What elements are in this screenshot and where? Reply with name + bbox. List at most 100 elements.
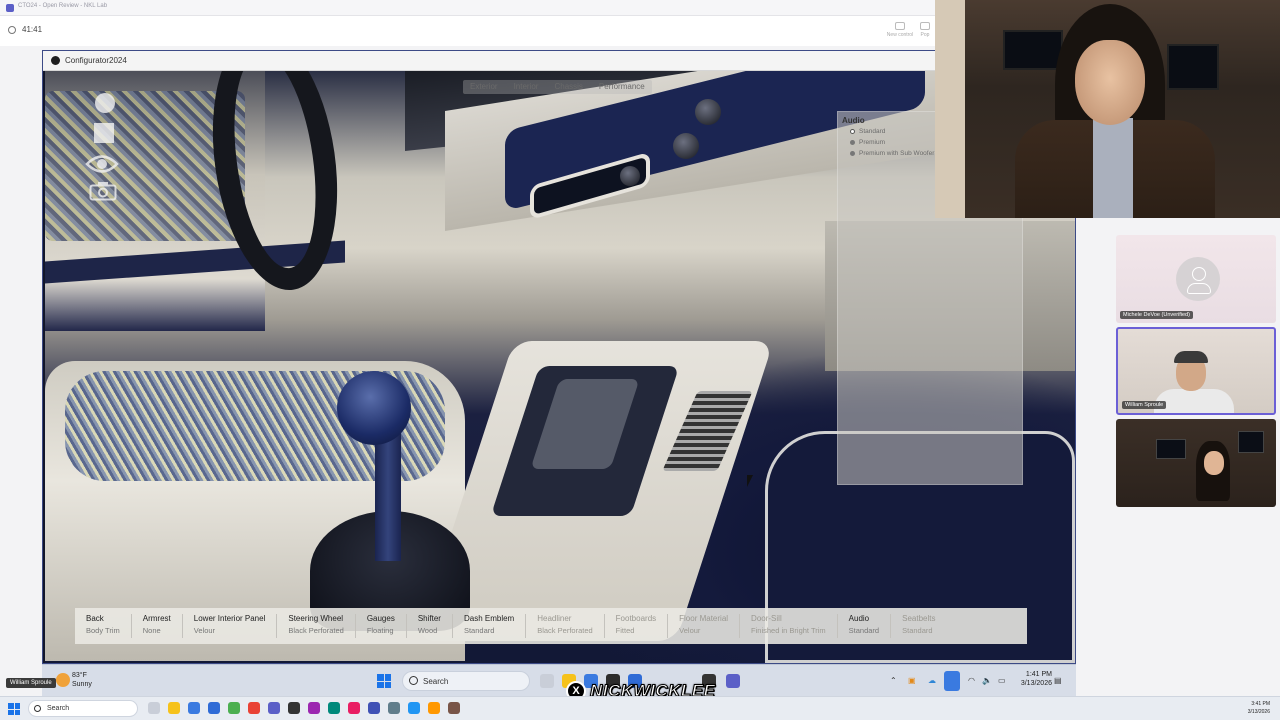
- tab-exterior[interactable]: Exterior: [463, 80, 505, 94]
- eye-icon[interactable]: [85, 153, 119, 175]
- presenter-face: [1075, 40, 1145, 125]
- participant-name: Michele DeVoe (Unverified): [1120, 311, 1193, 319]
- task-view-icon[interactable]: [148, 702, 160, 714]
- option-value: Wood: [417, 626, 438, 635]
- taskbar-clock[interactable]: 1:41 PM 3/13/2026: [1021, 670, 1052, 688]
- audio-option-standard[interactable]: Standard: [850, 128, 885, 135]
- option-label: Dash Emblem: [463, 614, 515, 623]
- teams-icon[interactable]: [268, 702, 280, 714]
- app-icon[interactable]: [348, 702, 360, 714]
- volume-icon[interactable]: 🔈: [982, 676, 992, 685]
- tray-app-icon[interactable]: ▣: [908, 676, 916, 685]
- presenter-shirt: [1093, 118, 1133, 218]
- participant-tile[interactable]: Michele DeVoe (Unverified): [1116, 235, 1276, 323]
- start-button[interactable]: [377, 674, 391, 688]
- option-value: Velour: [193, 626, 216, 635]
- option-label: Floor Material: [679, 614, 729, 623]
- store-icon[interactable]: [208, 702, 220, 714]
- weather-temp: 83°F: [72, 672, 87, 679]
- shared-screen-window: Configurator2024 Exterior Interior Chass…: [42, 50, 1076, 664]
- teams-icon[interactable]: [726, 674, 740, 688]
- radio-icon: [850, 139, 855, 145]
- weather-desc: Sunny: [72, 681, 92, 688]
- taskbar-search[interactable]: Search: [402, 671, 530, 691]
- pop-out-icon: [920, 22, 930, 30]
- presenter-video: [935, 0, 1280, 218]
- microphone-icon[interactable]: [944, 671, 960, 691]
- option-audio[interactable]: Audio Standard: [838, 614, 892, 638]
- host-clock[interactable]: 3:41 PM 3/13/2026: [1248, 700, 1270, 716]
- app-icon[interactable]: [308, 702, 320, 714]
- host-search[interactable]: Search: [28, 700, 138, 717]
- call-status-icon: [8, 26, 16, 34]
- option-label: Gauges: [366, 614, 395, 623]
- dash-knob: [620, 166, 640, 186]
- edge-icon[interactable]: [188, 702, 200, 714]
- battery-icon[interactable]: ▭: [998, 676, 1006, 685]
- app-icon[interactable]: [368, 702, 380, 714]
- teams-title-bar: CTO24 - Open Review - NKL Lab: [0, 0, 935, 16]
- new-control-button[interactable]: New control: [886, 22, 914, 38]
- file-explorer-icon[interactable]: [168, 702, 180, 714]
- option-footboards[interactable]: Footboards Fitted: [605, 614, 669, 638]
- option-value: Fitted: [615, 626, 635, 635]
- tab-performance[interactable]: Performance: [592, 80, 652, 94]
- option-label: Audio: [848, 614, 870, 623]
- option-seatbelts[interactable]: Seatbelts Standard: [891, 614, 946, 638]
- pop-out-button[interactable]: Pop: [916, 22, 934, 38]
- option-value: Velour: [679, 626, 701, 635]
- wifi-icon[interactable]: ◠: [968, 676, 975, 685]
- app-icon[interactable]: [388, 702, 400, 714]
- new-control-label: New control: [886, 32, 914, 38]
- host-taskbar: Search 3:41 PM 3/13/2026: [0, 696, 1280, 720]
- car-interior-3d-viewport[interactable]: Exterior Interior Chassis Performance Au…: [45, 71, 1075, 663]
- tray-chevron-icon[interactable]: ⌃: [890, 676, 897, 685]
- shifter-knob: [337, 371, 411, 445]
- option-label: Lower Interior Panel: [193, 614, 266, 623]
- option-label: Shifter: [417, 614, 441, 623]
- option-gauges[interactable]: Gauges Floating: [356, 614, 407, 638]
- audio-option-label: Premium: [859, 139, 886, 146]
- option-shifter[interactable]: Shifter Wood: [407, 614, 453, 638]
- app-icon[interactable]: [328, 702, 340, 714]
- tab-interior[interactable]: Interior: [507, 80, 546, 94]
- clock-time: 1:41 PM: [1025, 671, 1052, 678]
- camera-icon[interactable]: [89, 181, 117, 201]
- chrome-icon[interactable]: [228, 702, 240, 714]
- audio-option-premium-sub[interactable]: Premium with Sub Woofer: [850, 150, 934, 157]
- option-armrest[interactable]: Armrest None: [132, 614, 183, 638]
- terminal-icon[interactable]: [288, 702, 300, 714]
- call-timer: 41:41: [22, 25, 43, 34]
- option-lower-interior-panel[interactable]: Lower Interior Panel Velour: [183, 614, 278, 638]
- participant-tile[interactable]: [1116, 419, 1276, 507]
- option-label: Headliner: [537, 614, 572, 623]
- tab-chassis[interactable]: Chassis: [547, 80, 589, 94]
- app-icon[interactable]: [408, 702, 420, 714]
- square-button-icon[interactable]: [94, 123, 114, 143]
- teams-logo-icon: [6, 4, 14, 12]
- option-headliner[interactable]: Headliner Black Perforated: [526, 614, 605, 638]
- onedrive-icon[interactable]: ☁: [928, 676, 936, 685]
- audio-option-label: Standard: [859, 128, 886, 135]
- background-monitor: [1156, 439, 1186, 459]
- notifications-icon[interactable]: ▤: [1054, 676, 1062, 685]
- option-steering-wheel[interactable]: Steering Wheel Black Perforated: [277, 614, 356, 638]
- app-title-bar: Configurator2024: [43, 51, 1075, 71]
- task-view-icon[interactable]: [540, 674, 554, 688]
- option-door-sill[interactable]: Door-Sill Finished in Bright Trim: [740, 614, 838, 638]
- option-back[interactable]: Back Body Trim: [75, 614, 132, 638]
- participant-tile-active[interactable]: William Sproule: [1116, 327, 1276, 415]
- option-floor-material[interactable]: Floor Material Velour: [668, 614, 741, 638]
- option-dash-emblem[interactable]: Dash Emblem Standard: [453, 614, 527, 638]
- circle-button-icon[interactable]: [95, 93, 115, 113]
- background-monitor: [1167, 44, 1219, 90]
- app-icon[interactable]: [428, 702, 440, 714]
- audio-option-premium[interactable]: Premium: [850, 139, 885, 146]
- app-icon[interactable]: [248, 702, 260, 714]
- weather-widget[interactable]: 83°F Sunny: [72, 671, 92, 689]
- option-value: None: [142, 626, 161, 635]
- start-button[interactable]: [8, 703, 20, 715]
- option-value: Floating: [366, 626, 394, 635]
- app-icon[interactable]: [448, 702, 460, 714]
- dash-knob: [695, 99, 721, 125]
